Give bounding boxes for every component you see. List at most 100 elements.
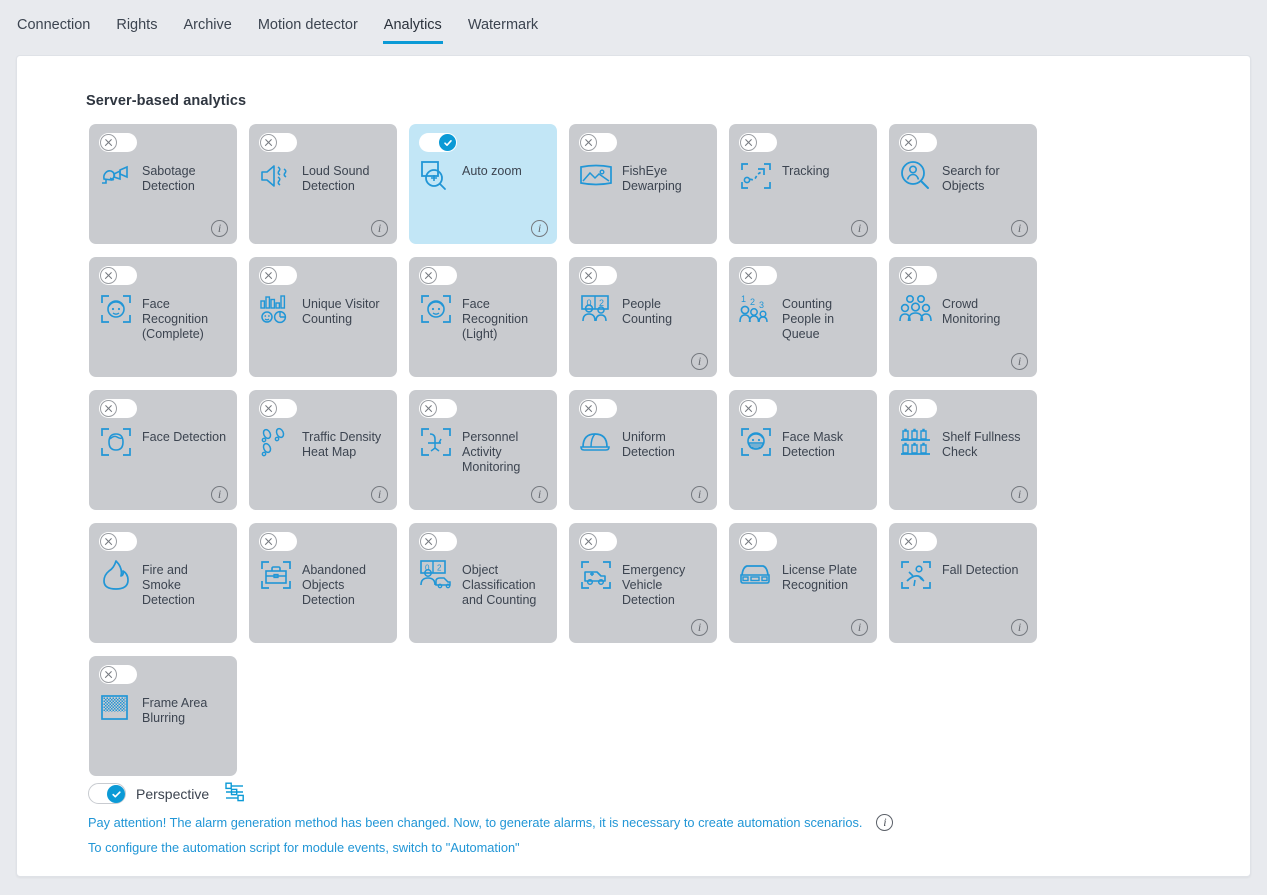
module-toggle[interactable] bbox=[579, 133, 617, 152]
card-body: Face Mask Detection bbox=[739, 424, 869, 460]
module-toggle[interactable] bbox=[739, 133, 777, 152]
analytics-card[interactable]: Frame Area Blurringi bbox=[89, 656, 237, 776]
info-icon[interactable]: i bbox=[531, 220, 548, 237]
analytics-card[interactable]: Tracking i bbox=[729, 124, 877, 244]
info-icon[interactable]: i bbox=[691, 486, 708, 503]
svg-text:3: 3 bbox=[759, 300, 764, 310]
toggle-knob bbox=[740, 267, 757, 284]
analytics-card[interactable]: 0 2 People Counting i bbox=[569, 257, 717, 377]
tab-bar: Connection Rights Archive Motion detector An… bbox=[0, 0, 1267, 52]
tab-connection[interactable]: Connection bbox=[16, 17, 91, 44]
analytics-card[interactable]: Shelf Fullness Check i bbox=[889, 390, 1037, 510]
analytics-card[interactable]: FishEye Dewarpingi bbox=[569, 124, 717, 244]
analytics-card[interactable]: Uniform Detection i bbox=[569, 390, 717, 510]
note-line: To configure the automation script for m… bbox=[88, 840, 1230, 856]
module-toggle[interactable] bbox=[419, 532, 457, 551]
analytics-card[interactable]: Face Recognition (Light)i bbox=[409, 257, 557, 377]
info-icon[interactable]: i bbox=[851, 220, 868, 237]
analytics-card[interactable]: Fire and Smoke Detectioni bbox=[89, 523, 237, 643]
ambulance-icon bbox=[579, 558, 613, 592]
info-icon[interactable]: i bbox=[1011, 220, 1028, 237]
module-toggle[interactable] bbox=[899, 266, 937, 285]
analytics-card[interactable]: Face Detection i bbox=[89, 390, 237, 510]
module-toggle[interactable] bbox=[259, 266, 297, 285]
analytics-card[interactable]: Fall Detection i bbox=[889, 523, 1037, 643]
toggle-knob bbox=[580, 533, 597, 550]
analytics-card[interactable]: Sabotage Detection i bbox=[89, 124, 237, 244]
tab-watermark[interactable]: Watermark bbox=[467, 17, 539, 44]
analytics-card[interactable]: Emergency Vehicle Detection i bbox=[569, 523, 717, 643]
car-plate-icon bbox=[739, 558, 773, 592]
module-toggle[interactable] bbox=[259, 133, 297, 152]
tab-motion-detector[interactable]: Motion detector bbox=[257, 17, 359, 44]
module-toggle[interactable] bbox=[899, 399, 937, 418]
info-icon[interactable]: i bbox=[691, 619, 708, 636]
face-mask-icon bbox=[739, 425, 773, 459]
module-toggle[interactable] bbox=[579, 399, 617, 418]
info-icon[interactable]: i bbox=[371, 486, 388, 503]
module-toggle[interactable] bbox=[739, 266, 777, 285]
module-toggle[interactable] bbox=[99, 532, 137, 551]
card-body: FishEye Dewarping bbox=[579, 158, 709, 194]
info-icon[interactable]: i bbox=[371, 220, 388, 237]
analytics-card[interactable]: Loud Sound Detection i bbox=[249, 124, 397, 244]
toggle-knob bbox=[260, 267, 277, 284]
svg-text:2: 2 bbox=[750, 297, 755, 307]
analytics-card[interactable]: License Plate Recognition i bbox=[729, 523, 877, 643]
module-toggle[interactable] bbox=[579, 532, 617, 551]
analytics-card[interactable]: Auto zoom i bbox=[409, 124, 557, 244]
sabotage-camera-icon bbox=[99, 159, 133, 193]
info-icon[interactable]: i bbox=[876, 814, 894, 831]
module-toggle[interactable] bbox=[99, 665, 137, 684]
card-label: Fire and Smoke Detection bbox=[142, 563, 195, 607]
analytics-card[interactable]: Unique Visitor Countingi bbox=[249, 257, 397, 377]
tab-analytics[interactable]: Analytics bbox=[382, 17, 443, 44]
card-label: Face Recognition (Light) bbox=[462, 297, 529, 341]
analytics-card[interactable]: Search for Objects i bbox=[889, 124, 1037, 244]
module-toggle[interactable] bbox=[99, 399, 137, 418]
sliders-icon[interactable] bbox=[224, 782, 246, 807]
info-icon[interactable]: i bbox=[211, 220, 228, 237]
module-toggle[interactable] bbox=[259, 399, 297, 418]
tab-archive[interactable]: Archive bbox=[182, 17, 232, 44]
info-icon[interactable]: i bbox=[1011, 619, 1028, 636]
module-toggle[interactable] bbox=[99, 266, 137, 285]
info-icon[interactable]: i bbox=[691, 353, 708, 370]
info-icon[interactable]: i bbox=[1011, 353, 1028, 370]
toggle-knob bbox=[580, 134, 597, 151]
module-toggle[interactable] bbox=[579, 266, 617, 285]
crowd-icon bbox=[899, 292, 933, 326]
note-text: To configure the automation script for m… bbox=[88, 840, 520, 855]
module-toggle[interactable] bbox=[739, 399, 777, 418]
analytics-card[interactable]: 123Counting People in Queuei bbox=[729, 257, 877, 377]
footer-notes: Pay attention! The alarm generation meth… bbox=[88, 814, 1230, 865]
info-icon[interactable]: i bbox=[1011, 486, 1028, 503]
analytics-card[interactable]: Personnel Activity Monitoring i bbox=[409, 390, 557, 510]
shelf-icon bbox=[899, 425, 933, 459]
analytics-card[interactable]: Abandoned Objects Detectioni bbox=[249, 523, 397, 643]
card-body: Face Recognition (Complete) bbox=[99, 291, 229, 342]
analytics-card[interactable]: Traffic Density Heat Map i bbox=[249, 390, 397, 510]
card-body: Search for Objects bbox=[899, 158, 1029, 194]
info-icon[interactable]: i bbox=[531, 486, 548, 503]
module-toggle[interactable] bbox=[739, 532, 777, 551]
footprints-icon bbox=[259, 425, 293, 459]
analytics-card[interactable]: 02Object Classification and Countingi bbox=[409, 523, 557, 643]
module-toggle[interactable] bbox=[259, 532, 297, 551]
card-label: License Plate Recognition bbox=[782, 563, 858, 592]
module-toggle[interactable] bbox=[419, 266, 457, 285]
perspective-toggle[interactable] bbox=[88, 783, 126, 804]
module-toggle[interactable] bbox=[419, 399, 457, 418]
tab-rights[interactable]: Rights bbox=[115, 17, 158, 44]
analytics-card[interactable]: Crowd Monitoring i bbox=[889, 257, 1037, 377]
module-toggle[interactable] bbox=[899, 532, 937, 551]
module-toggle[interactable] bbox=[99, 133, 137, 152]
analytics-card[interactable]: Face Recognition (Complete)i bbox=[89, 257, 237, 377]
module-toggle[interactable] bbox=[899, 133, 937, 152]
analytics-card[interactable]: Face Mask Detectioni bbox=[729, 390, 877, 510]
card-body: Crowd Monitoring bbox=[899, 291, 1029, 327]
module-toggle[interactable] bbox=[419, 133, 457, 152]
info-icon[interactable]: i bbox=[211, 486, 228, 503]
info-icon[interactable]: i bbox=[851, 619, 868, 636]
card-body: Personnel Activity Monitoring bbox=[419, 424, 549, 475]
